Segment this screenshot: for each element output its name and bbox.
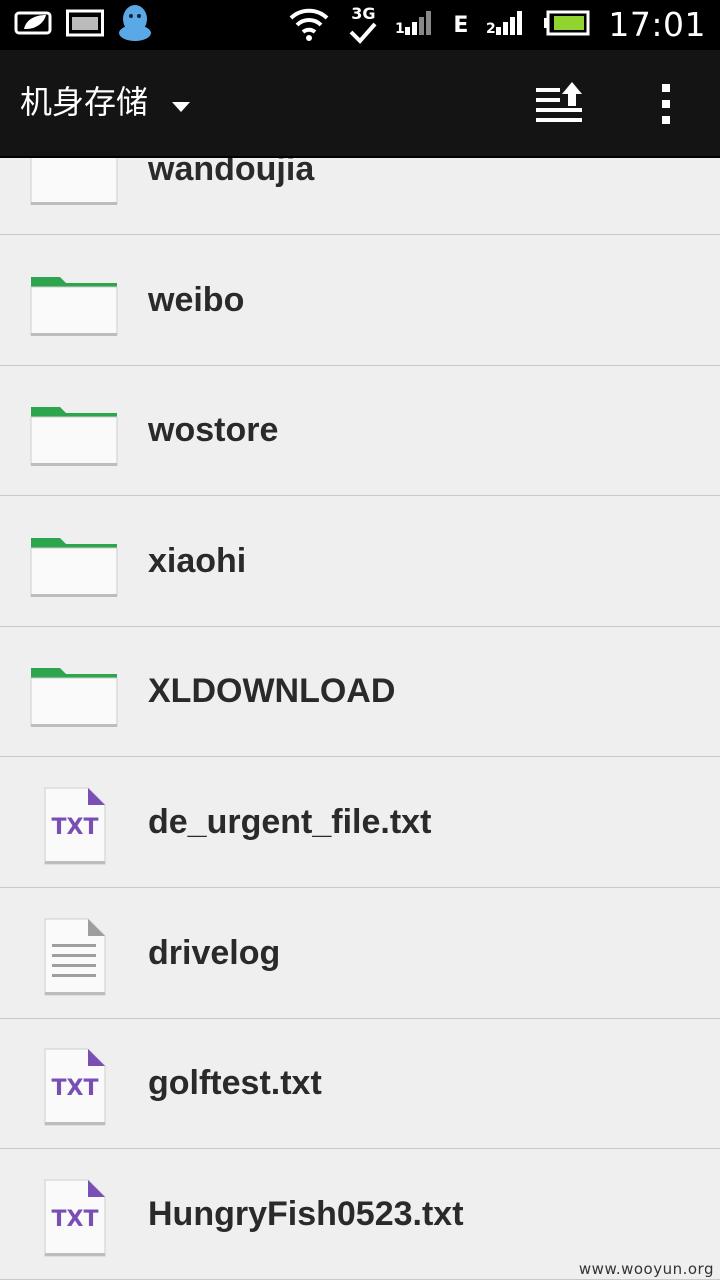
- svg-text:TXT: TXT: [52, 1076, 99, 1101]
- clock: 17:01: [608, 5, 706, 44]
- list-item[interactable]: drivelog: [0, 888, 720, 1019]
- battery-icon: [544, 10, 590, 40]
- list-item[interactable]: TXT de_urgent_file.txt: [0, 757, 720, 888]
- signal-1-icon: 1: [395, 9, 435, 41]
- folder-icon: [30, 407, 118, 467]
- storage-location-dropdown[interactable]: 机身存储: [20, 76, 148, 128]
- action-bar: 机身存储: [0, 50, 720, 158]
- list-item[interactable]: XLDOWNLOAD: [0, 626, 720, 758]
- folder-icon: [30, 537, 118, 597]
- file-name: XLDOWNLOAD: [148, 672, 396, 711]
- 3g-label: 3G: [351, 4, 376, 23]
- file-name: de_urgent_file.txt: [148, 803, 432, 841]
- txt-file-icon: TXT: [44, 787, 106, 865]
- qq-icon: [116, 3, 154, 47]
- file-name: drivelog: [148, 933, 281, 972]
- file-name: wostore: [148, 411, 279, 450]
- 3g-sync-icon: 3G: [349, 6, 377, 44]
- svg-text:TXT: TXT: [52, 815, 99, 840]
- list-item[interactable]: wostore: [0, 365, 720, 497]
- list-item[interactable]: wandoujia: [0, 158, 720, 235]
- network-e-label: E: [453, 12, 469, 38]
- list-item[interactable]: TXT golftest.txt: [0, 1018, 720, 1150]
- file-name: HungryFish0523.txt: [148, 1194, 464, 1233]
- status-bar: 3G 1 E 2 17:01: [0, 0, 720, 50]
- file-name: xiaohi: [148, 541, 247, 580]
- txt-file-icon: TXT: [44, 1048, 106, 1126]
- battery-saver-icon: [14, 9, 54, 41]
- chevron-down-icon[interactable]: [172, 102, 190, 112]
- gallery-icon: [66, 9, 104, 41]
- list-item[interactable]: weibo: [0, 235, 720, 366]
- file-name: wandoujia: [148, 158, 315, 188]
- folder-icon: [30, 276, 118, 336]
- list-item[interactable]: xiaohi: [0, 496, 720, 627]
- watermark: www.wooyun.org: [578, 1260, 714, 1278]
- wifi-icon: [287, 4, 331, 46]
- folder-icon: [30, 158, 118, 205]
- sort-upload-icon[interactable]: [532, 82, 586, 126]
- svg-text:2: 2: [486, 21, 496, 37]
- file-name: weibo: [148, 280, 245, 319]
- svg-text:1: 1: [395, 21, 405, 37]
- overflow-menu-icon[interactable]: [652, 82, 682, 126]
- document-icon: [44, 918, 106, 996]
- svg-text:TXT: TXT: [52, 1207, 99, 1232]
- file-name: golftest.txt: [148, 1064, 322, 1103]
- file-list: wandoujia weibo wostore xiaohi XLDOWNLOAD TXT…: [0, 158, 720, 1280]
- folder-icon: [30, 668, 118, 728]
- signal-2-icon: 2: [486, 9, 526, 41]
- txt-file-icon: TXT: [44, 1179, 106, 1257]
